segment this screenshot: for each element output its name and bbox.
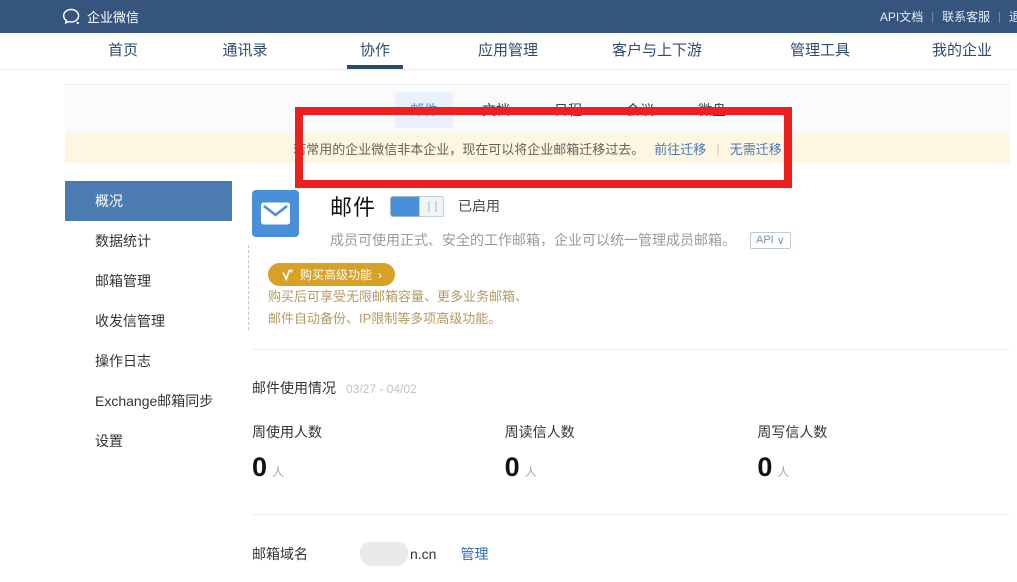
stat-unit: 人 [525,463,537,480]
separator: | [931,11,934,23]
api-label: API [756,234,774,246]
stat-number: 0 [505,452,520,483]
stat-label: 周使用人数 [252,422,505,442]
logout-link[interactable]: 退出 [1009,8,1017,25]
no-migrate-link[interactable]: 无需迁移 [730,139,782,158]
tab-docs[interactable]: 文档 [467,92,525,128]
arrow-right-icon: › [378,268,382,282]
sidebar-item-overview[interactable]: 概况 [65,181,232,221]
title-row: 邮件 已启用 [330,190,791,222]
envelope-icon [260,201,291,226]
sidebar-item-mailbox-management[interactable]: 邮箱管理 [65,261,232,301]
stat-unit: 人 [272,463,284,480]
usage-stats-row: 周使用人数 0 人 周读信人数 0 人 周写信人数 0 人 [252,422,1010,483]
usage-section-header: 邮件使用情况 03/27 - 04/02 [252,378,1010,398]
sidebar-item-statistics[interactable]: 数据统计 [65,221,232,261]
sidebar-item-operation-log[interactable]: 操作日志 [65,341,232,381]
brand-logo[interactable]: 企业微信 [62,0,139,33]
usage-date-range: 03/27 - 04/02 [346,382,417,396]
mail-app-icon [252,190,299,237]
toggle-knob [419,196,444,217]
subnav-band: 邮件 文档 日程 会议 微盘 [65,84,1010,133]
stat-number: 0 [252,452,267,483]
stat-weekly-users: 周使用人数 0 人 [252,422,505,483]
buy-note-line-1: 购买后可享受无限邮箱容量、更多业务邮箱、 [268,286,1010,308]
topbar-links: API文档 | 联系客服 | 退出 [880,0,1017,33]
divider [252,349,1010,350]
brand-name: 企业微信 [87,7,139,26]
stat-number: 0 [757,452,772,483]
mail-app-hero: 邮件 已启用 成员可使用正式、安全的工作邮箱，企业可以统一管理成员邮箱。 API… [252,190,1010,250]
usage-title: 邮件使用情况 [252,378,336,398]
tab-calendar[interactable]: 日程 [539,92,597,128]
sidebar-item-exchange-sync[interactable]: Exchange邮箱同步 [65,381,232,421]
mail-enabled-toggle[interactable] [390,196,444,217]
nav-item-my-company[interactable]: 我的企业 [932,33,992,69]
wecom-admin-screen: 企业微信 API文档 | 联系客服 | 退出 首页 通讯录 协作 应用管理 客户… [0,0,1017,582]
mail-domain-row: 邮箱域名 n.cn 管理 [252,542,1010,566]
divider [252,514,1010,515]
separator: | [998,11,1001,23]
stat-value: 0 人 [252,452,505,483]
nav-item-admin-tools[interactable]: 管理工具 [790,33,850,69]
domain-label: 邮箱域名 [252,544,308,564]
nav-item-home[interactable]: 首页 [108,33,138,69]
dashed-line-artifact [248,245,249,330]
tab-drive[interactable]: 微盘 [683,92,741,128]
nav-item-collaboration[interactable]: 协作 [360,33,390,69]
app-description: 成员可使用正式、安全的工作邮箱，企业可以统一管理成员邮箱。 [330,230,736,250]
buy-note-line-2: 邮件自动备份、IP限制等多项高级功能。 [268,308,1010,330]
subnav-tabs: 邮件 文档 日程 会议 微盘 [395,85,741,134]
contact-support-link[interactable]: 联系客服 [942,8,990,25]
migration-notice-bar: 若常用的企业微信非本企业，现在可以将企业邮箱迁移过去。 前往迁移 | 无需迁移 [65,133,1010,163]
tab-mail[interactable]: 邮件 [395,92,453,128]
manage-domain-link[interactable]: 管理 [460,544,488,564]
stat-value: 0 人 [505,452,758,483]
sidebar-list: 概况 数据统计 邮箱管理 收发信管理 操作日志 Exchange邮箱同步 设置 [65,181,232,461]
hero-text-block: 邮件 已启用 成员可使用正式、安全的工作邮箱，企业可以统一管理成员邮箱。 API… [330,190,791,250]
primary-nav: 首页 通讯录 协作 应用管理 客户与上下游 管理工具 我的企业 [0,33,1017,70]
page-title: 邮件 [330,190,376,222]
sidebar-item-send-receive[interactable]: 收发信管理 [65,301,232,341]
go-migrate-link[interactable]: 前往迁移 [654,139,706,158]
nav-item-apps[interactable]: 应用管理 [478,33,538,69]
sidebar: 概况 数据统计 邮箱管理 收发信管理 操作日志 Exchange邮箱同步 设置 [65,163,232,582]
separator: | [716,141,719,156]
notice-text: 若常用的企业微信非本企业，现在可以将企业邮箱迁移过去。 [293,139,644,158]
stat-label: 周写信人数 [757,422,1010,442]
buy-premium-button[interactable]: 购买高级功能 › [268,263,395,286]
tab-meeting[interactable]: 会议 [611,92,669,128]
nav-item-contacts[interactable]: 通讯录 [222,33,267,69]
sparkle-check-icon [281,268,294,281]
chevron-down-icon: ∨ [777,234,785,247]
stat-weekly-readers: 周读信人数 0 人 [505,422,758,483]
buy-premium-label: 购买高级功能 [300,266,372,283]
stat-unit: 人 [777,463,789,480]
nav-item-customers[interactable]: 客户与上下游 [612,33,702,69]
buy-premium-note: 购买后可享受无限邮箱容量、更多业务邮箱、 邮件自动备份、IP限制等多项高级功能。 [268,286,1010,330]
main-content: 邮件 已启用 成员可使用正式、安全的工作邮箱，企业可以统一管理成员邮箱。 API… [252,163,1010,582]
sidebar-item-settings[interactable]: 设置 [65,421,232,461]
redacted-domain-blur [360,542,408,566]
description-row: 成员可使用正式、安全的工作邮箱，企业可以统一管理成员邮箱。 API ∨ [330,230,791,250]
domain-suffix: n.cn [410,546,436,562]
chat-bubble-icon [62,8,81,25]
stat-weekly-writers: 周写信人数 0 人 [757,422,1010,483]
stat-label: 周读信人数 [505,422,758,442]
api-docs-link[interactable]: API文档 [880,8,923,25]
topbar: 企业微信 API文档 | 联系客服 | 退出 [0,0,1017,33]
status-label: 已启用 [458,196,500,216]
api-dropdown[interactable]: API ∨ [750,232,791,249]
stat-value: 0 人 [757,452,1010,483]
